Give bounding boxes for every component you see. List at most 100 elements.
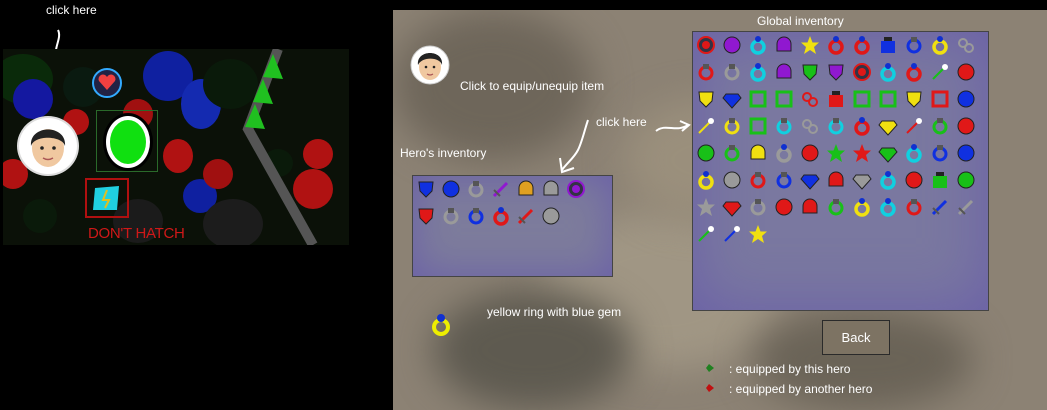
- global-inventory-slot[interactable]: [903, 88, 925, 110]
- global-inventory-slot[interactable]: [747, 34, 769, 56]
- global-inventory-slot[interactable]: [773, 115, 795, 137]
- global-inventory-slot[interactable]: [877, 115, 899, 137]
- global-inventory-grid[interactable]: [692, 31, 989, 311]
- hero-inventory-slot[interactable]: [540, 205, 562, 227]
- global-inventory-slot[interactable]: [773, 88, 795, 110]
- hero-inventory-slot[interactable]: [490, 205, 512, 227]
- global-inventory-slot[interactable]: [851, 169, 873, 191]
- global-inventory-slot[interactable]: [903, 115, 925, 137]
- hero-inventory-slot[interactable]: [440, 205, 462, 227]
- global-inventory-slot[interactable]: [825, 88, 847, 110]
- global-inventory-slot[interactable]: [955, 142, 977, 164]
- global-inventory-slot[interactable]: [929, 34, 951, 56]
- global-inventory-slot[interactable]: [721, 223, 743, 245]
- global-inventory-slot[interactable]: [851, 61, 873, 83]
- global-inventory-slot[interactable]: [695, 115, 717, 137]
- global-inventory-slot[interactable]: [825, 61, 847, 83]
- global-inventory-slot[interactable]: [851, 115, 873, 137]
- global-inventory-slot[interactable]: [773, 169, 795, 191]
- global-inventory-slot[interactable]: [877, 169, 899, 191]
- hero-inventory-slot[interactable]: [415, 205, 437, 227]
- heart-gem-icon[interactable]: [92, 68, 122, 98]
- hero-inventory-slot[interactable]: [440, 178, 462, 200]
- global-inventory-slot[interactable]: [799, 115, 821, 137]
- global-inventory-slot[interactable]: [955, 88, 977, 110]
- global-inventory-slot[interactable]: [721, 115, 743, 137]
- global-inventory-slot[interactable]: [695, 169, 717, 191]
- global-inventory-slot[interactable]: [695, 61, 717, 83]
- global-inventory-slot[interactable]: [799, 34, 821, 56]
- global-inventory-slot[interactable]: [721, 169, 743, 191]
- hero-inventory-slot[interactable]: [515, 178, 537, 200]
- global-inventory-slot[interactable]: [903, 142, 925, 164]
- green-egg-icon[interactable]: [106, 116, 150, 168]
- hero-inventory-slot[interactable]: [465, 178, 487, 200]
- global-inventory-slot[interactable]: [955, 115, 977, 137]
- global-inventory-slot[interactable]: [773, 34, 795, 56]
- global-inventory-slot[interactable]: [929, 115, 951, 137]
- back-button[interactable]: Back: [822, 320, 890, 355]
- global-inventory-slot[interactable]: [799, 61, 821, 83]
- hero-portrait-avatar[interactable]: [17, 116, 79, 176]
- global-inventory-slot[interactable]: [825, 169, 847, 191]
- global-inventory-slot[interactable]: [695, 88, 717, 110]
- global-inventory-slot[interactable]: [695, 142, 717, 164]
- global-inventory-slot[interactable]: [929, 196, 951, 218]
- global-inventory-slot[interactable]: [903, 169, 925, 191]
- global-inventory-slot[interactable]: [799, 142, 821, 164]
- global-inventory-slot[interactable]: [825, 34, 847, 56]
- global-inventory-slot[interactable]: [877, 142, 899, 164]
- global-inventory-slot[interactable]: [955, 169, 977, 191]
- global-inventory-slot[interactable]: [955, 196, 977, 218]
- global-inventory-slot[interactable]: [747, 142, 769, 164]
- hero-inventory-slot[interactable]: [515, 205, 537, 227]
- global-inventory-slot[interactable]: [747, 115, 769, 137]
- global-inventory-slot[interactable]: [695, 196, 717, 218]
- global-inventory-slot[interactable]: [955, 61, 977, 83]
- global-inventory-slot[interactable]: [773, 196, 795, 218]
- global-inventory-slot[interactable]: [695, 223, 717, 245]
- global-inventory-slot[interactable]: [929, 61, 951, 83]
- global-inventory-slot[interactable]: [747, 223, 769, 245]
- global-inventory-slot[interactable]: [903, 196, 925, 218]
- global-inventory-slot[interactable]: [773, 61, 795, 83]
- global-inventory-slot[interactable]: [747, 61, 769, 83]
- global-inventory-slot[interactable]: [929, 169, 951, 191]
- equipped-item-slot[interactable]: [85, 178, 129, 218]
- global-inventory-slot[interactable]: [877, 61, 899, 83]
- global-inventory-slot[interactable]: [721, 142, 743, 164]
- global-inventory-slot[interactable]: [903, 61, 925, 83]
- global-inventory-slot[interactable]: [851, 142, 873, 164]
- global-inventory-slot[interactable]: [721, 88, 743, 110]
- global-inventory-slot[interactable]: [799, 88, 821, 110]
- global-inventory-slot[interactable]: [721, 61, 743, 83]
- global-inventory-slot[interactable]: [929, 88, 951, 110]
- global-inventory-slot[interactable]: [799, 169, 821, 191]
- global-inventory-slot[interactable]: [695, 34, 717, 56]
- hero-inventory-slot[interactable]: [565, 178, 587, 200]
- global-inventory-slot[interactable]: [747, 169, 769, 191]
- global-inventory-slot[interactable]: [929, 142, 951, 164]
- global-inventory-slot[interactable]: [825, 196, 847, 218]
- hero-avatar[interactable]: [410, 45, 450, 85]
- global-inventory-slot[interactable]: [851, 196, 873, 218]
- global-inventory-slot[interactable]: [799, 196, 821, 218]
- global-inventory-slot[interactable]: [955, 34, 977, 56]
- hero-inventory-slot[interactable]: [540, 178, 562, 200]
- global-inventory-slot[interactable]: [877, 196, 899, 218]
- global-inventory-slot[interactable]: [747, 88, 769, 110]
- global-inventory-slot[interactable]: [773, 142, 795, 164]
- global-inventory-slot[interactable]: [721, 196, 743, 218]
- global-inventory-slot[interactable]: [825, 115, 847, 137]
- global-inventory-slot[interactable]: [851, 34, 873, 56]
- global-inventory-slot[interactable]: [903, 34, 925, 56]
- global-inventory-slot[interactable]: [877, 88, 899, 110]
- hero-inventory-slot[interactable]: [490, 178, 512, 200]
- global-inventory-slot[interactable]: [825, 142, 847, 164]
- global-inventory-slot[interactable]: [851, 88, 873, 110]
- global-inventory-slot[interactable]: [721, 34, 743, 56]
- global-inventory-slot[interactable]: [747, 196, 769, 218]
- global-inventory-slot[interactable]: [877, 34, 899, 56]
- hero-inventory-grid[interactable]: [412, 175, 613, 277]
- dont-hatch-label[interactable]: DON'T HATCH: [88, 225, 185, 242]
